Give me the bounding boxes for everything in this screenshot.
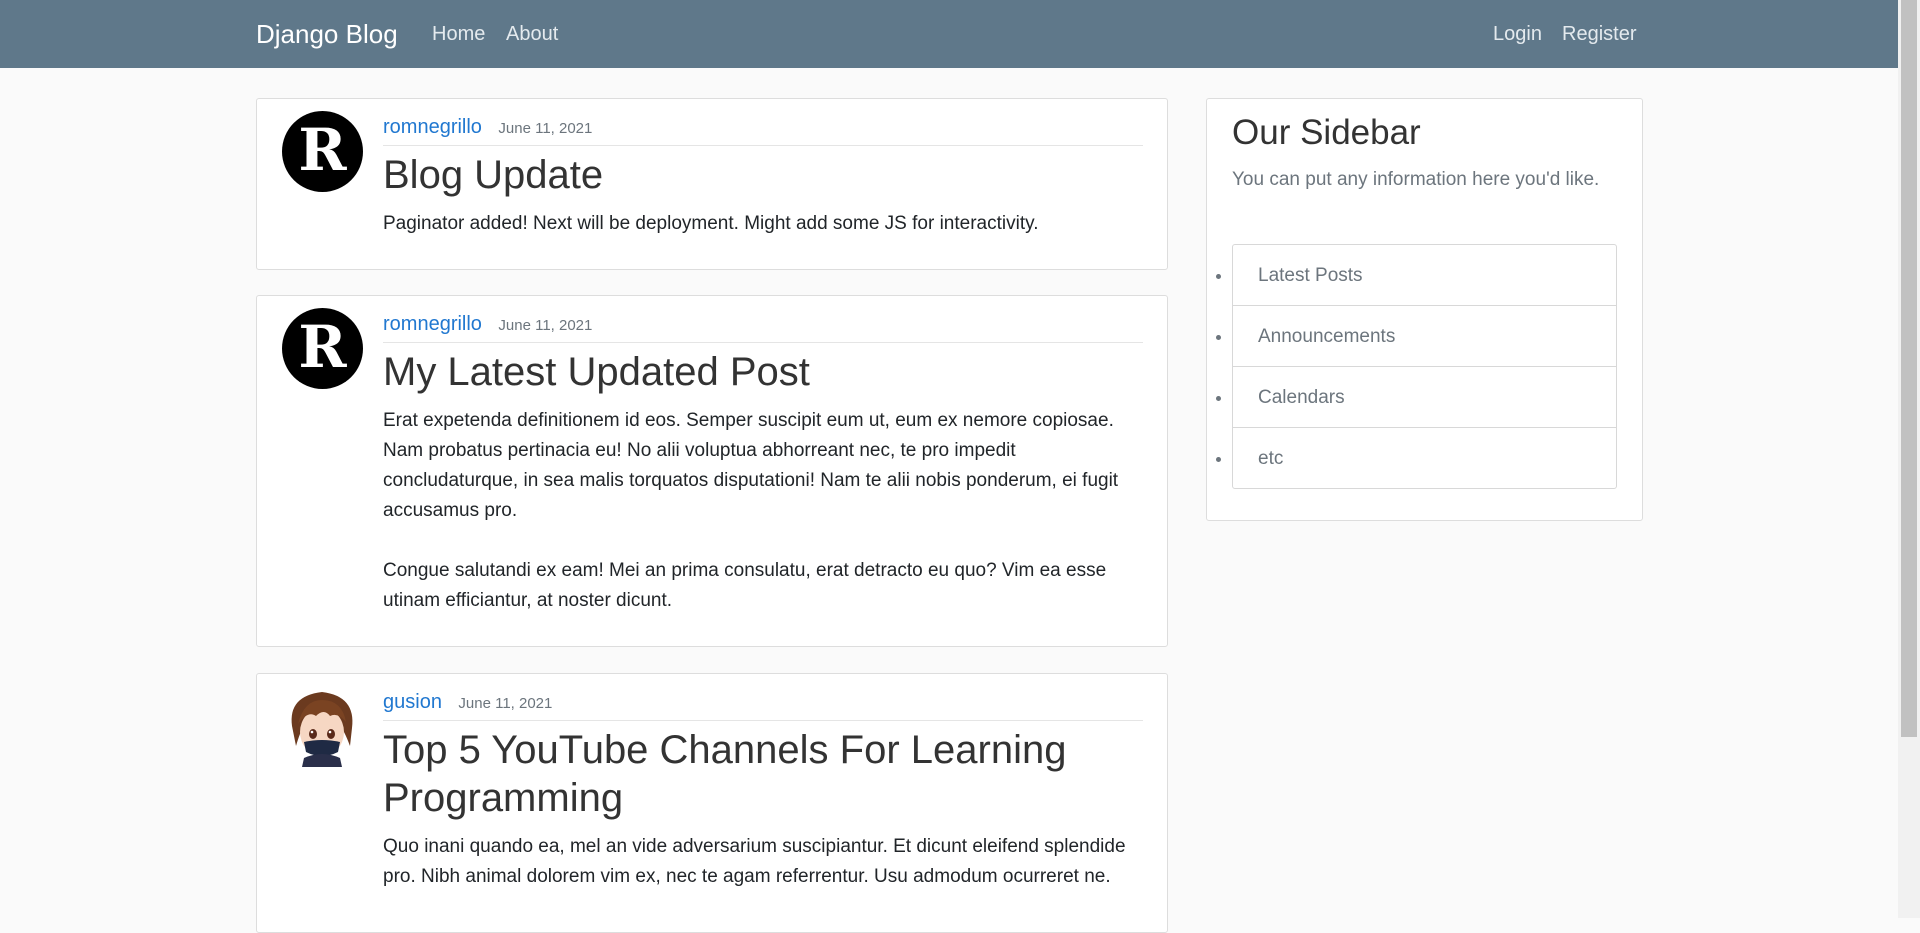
post-card: R romnegrillo June 11, 2021 Blog Update …	[256, 98, 1168, 270]
post-content: Quo inani quando ea, mel an vide adversa…	[383, 836, 1126, 887]
post-card: R romnegrillo June 11, 2021 My Latest Up…	[256, 295, 1168, 647]
post-card: gusion June 11, 2021 Top 5 YouTube Chann…	[256, 673, 1168, 933]
letter-r-avatar-icon[interactable]: R	[282, 308, 363, 389]
post-content: Erat expetenda definitionem id eos. Semp…	[383, 410, 1119, 521]
sidebar-item-announcements[interactable]: Announcements	[1233, 306, 1616, 367]
author-link[interactable]: romnegrillo	[383, 116, 482, 138]
post-date: June 11, 2021	[498, 120, 593, 137]
post-meta: romnegrillo June 11, 2021	[383, 313, 1143, 343]
author-link[interactable]: romnegrillo	[383, 313, 482, 335]
post-content: Paginator added! Next will be deployment…	[383, 213, 1039, 234]
post-date: June 11, 2021	[458, 695, 553, 712]
post-meta: gusion June 11, 2021	[383, 691, 1143, 721]
nav-register-link[interactable]: Register	[1562, 23, 1636, 46]
post-date: June 11, 2021	[498, 317, 593, 334]
post-meta: romnegrillo June 11, 2021	[383, 116, 1143, 146]
top-navbar: Django Blog Home About Login Register	[0, 0, 1898, 68]
nav-home-link[interactable]: Home	[432, 23, 485, 46]
brand-link[interactable]: Django Blog	[256, 19, 398, 50]
post-title-link[interactable]: Top 5 YouTube Channels For Learning Prog…	[383, 726, 1143, 822]
nav-about-link[interactable]: About	[506, 23, 558, 46]
sidebar-list: Latest Posts Announcements Calendars etc	[1232, 244, 1617, 489]
post-title-link[interactable]: Blog Update	[383, 151, 1143, 199]
sidebar: Our Sidebar You can put any information …	[1206, 98, 1643, 521]
avatar-letter: R	[298, 115, 347, 184]
sidebar-description: You can put any information here you'd l…	[1232, 169, 1600, 190]
post-content: Congue salutandi ex eam! Mei an prima co…	[383, 560, 1107, 611]
letter-r-avatar-icon[interactable]: R	[282, 111, 363, 192]
scrollbar[interactable]	[1898, 0, 1920, 918]
avatar-letter: R	[298, 312, 347, 381]
sidebar-item-etc[interactable]: etc	[1233, 428, 1616, 488]
sidebar-item-latest-posts[interactable]: Latest Posts	[1233, 245, 1616, 306]
post-title-link[interactable]: My Latest Updated Post	[383, 348, 1143, 396]
nav-login-link[interactable]: Login	[1493, 23, 1542, 46]
anime-character-avatar-icon[interactable]	[282, 686, 363, 767]
scrollbar-thumb[interactable]	[1901, 0, 1917, 737]
sidebar-item-calendars[interactable]: Calendars	[1233, 367, 1616, 428]
sidebar-title: Our Sidebar	[1232, 113, 1421, 152]
author-link[interactable]: gusion	[383, 691, 442, 713]
